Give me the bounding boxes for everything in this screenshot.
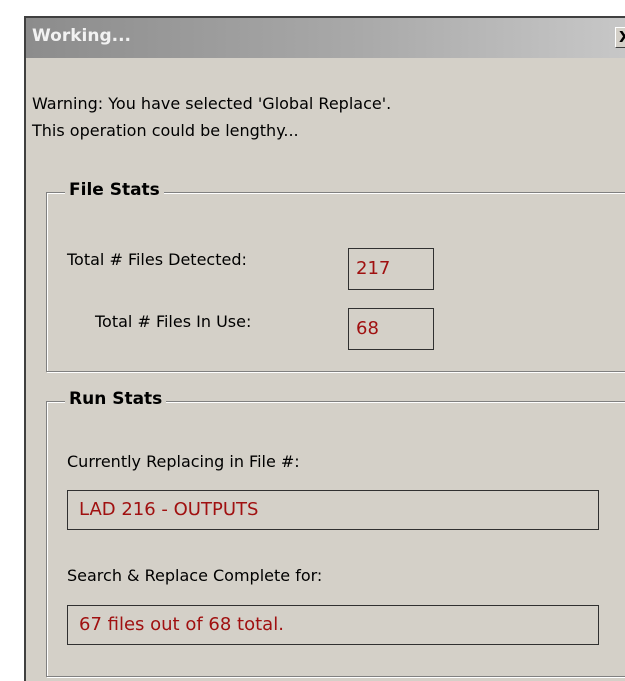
warning-line-2: This operation could be lengthy... [32,121,299,140]
files-detected-label: Total # Files Detected: [67,250,247,269]
run-stats-group: Run Stats Currently Replacing in File #:… [46,389,625,677]
warning-message: Warning: You have selected 'Global Repla… [32,90,391,144]
warning-line-1: Warning: You have selected 'Global Repla… [32,94,392,113]
files-in-use-label: Total # Files In Use: [95,312,252,331]
working-dialog: Working... X Warning: You have selected … [24,16,625,681]
close-button[interactable]: X [615,27,625,48]
current-file-value: LAD 216 - OUTPUTS [67,490,599,530]
current-file-label: Currently Replacing in File #: [67,452,300,471]
complete-label: Search & Replace Complete for: [67,566,323,585]
close-icon: X [619,28,625,46]
dialog-title: Working... [32,26,131,46]
files-detected-value: 217 [348,248,434,290]
file-stats-title: File Stats [65,180,164,200]
file-stats-group: File Stats Total # Files Detected: 217 T… [46,180,625,372]
title-bar[interactable]: Working... X [26,18,625,58]
files-in-use-value: 68 [348,308,434,350]
complete-value: 67 files out of 68 total. [67,605,599,645]
run-stats-title: Run Stats [65,389,167,409]
